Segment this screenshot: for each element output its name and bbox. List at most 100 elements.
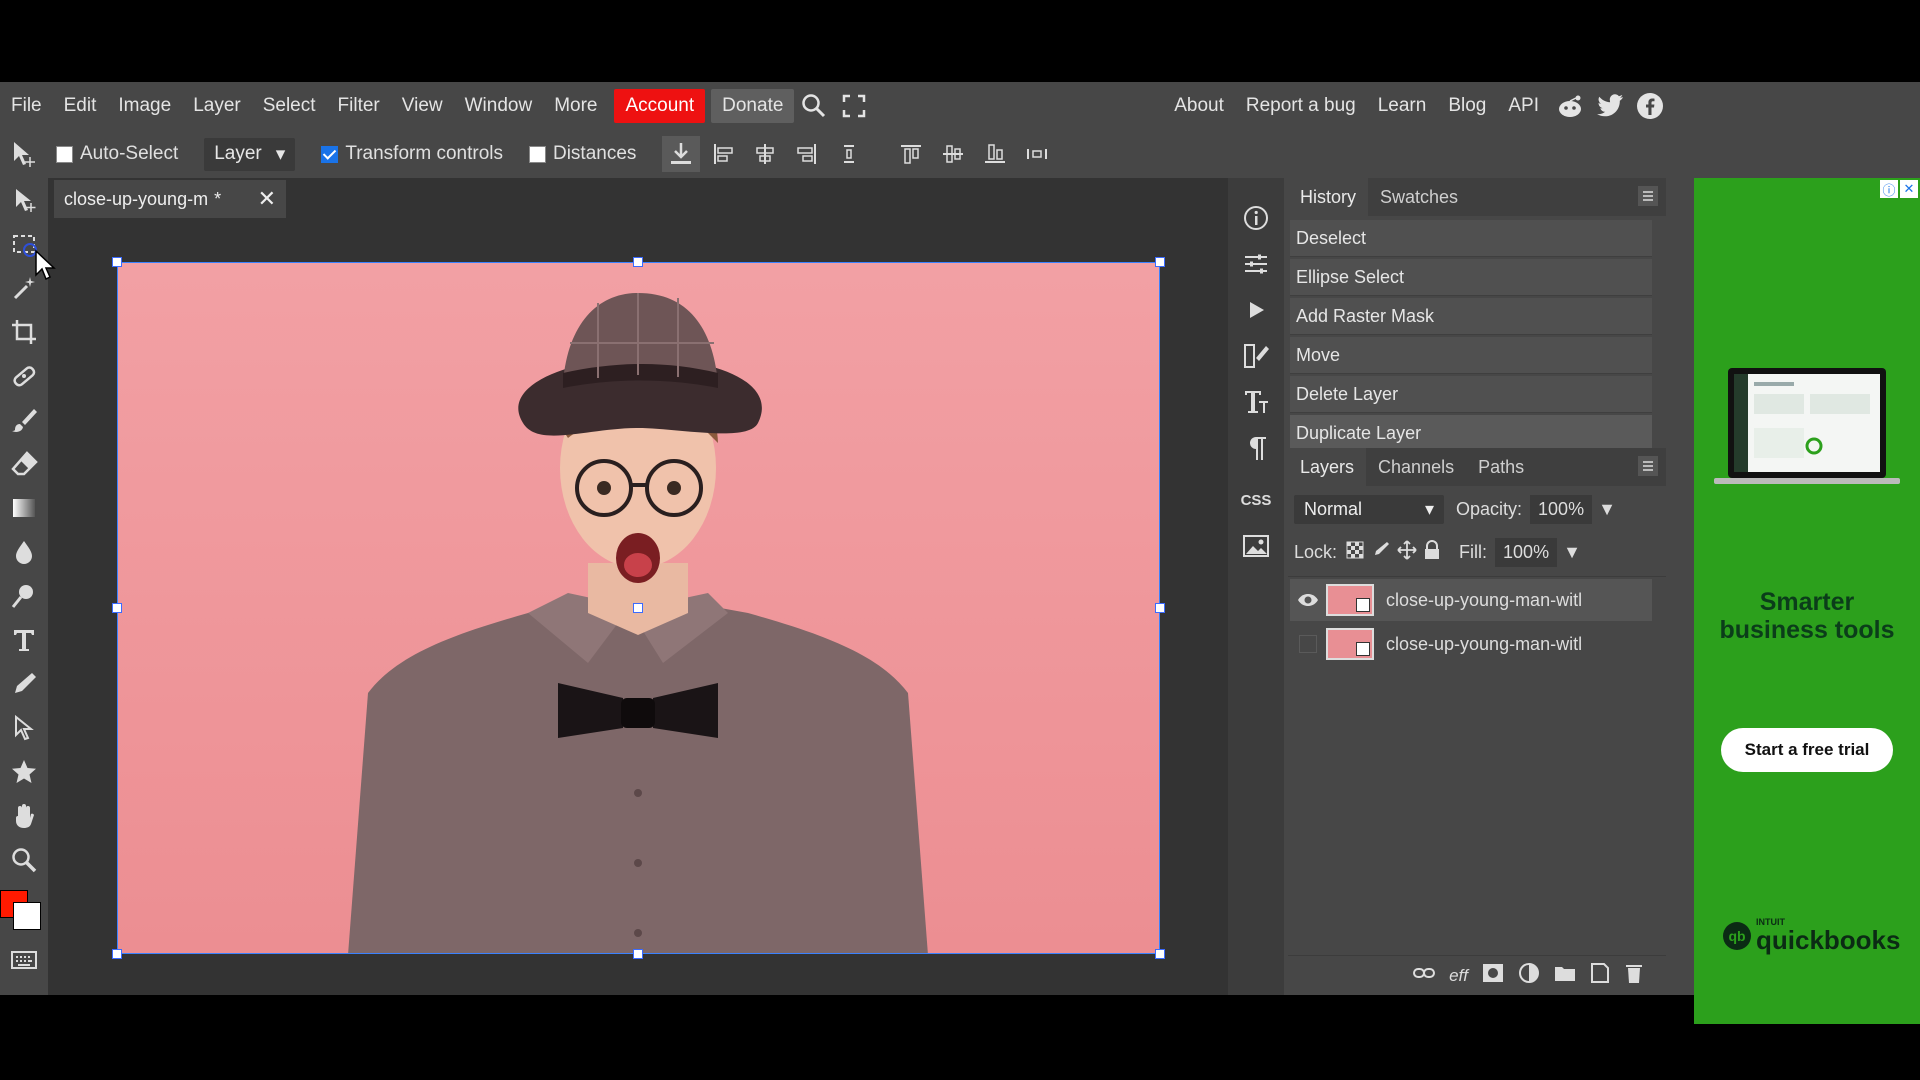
transform-handle-bl[interactable] [112, 949, 122, 959]
fullscreen-icon[interactable] [834, 88, 874, 124]
transform-handle-r[interactable] [1155, 603, 1165, 613]
brush-settings-icon[interactable] [1228, 334, 1284, 378]
panel-menu-icon[interactable] [1638, 456, 1658, 476]
search-icon[interactable] [794, 88, 834, 124]
align-top-icon[interactable] [892, 136, 930, 172]
healing-tool-button[interactable] [0, 354, 48, 398]
history-item[interactable]: Ellipse Select [1290, 259, 1652, 296]
transform-handle-br[interactable] [1155, 949, 1165, 959]
twitter-icon[interactable] [1590, 86, 1630, 126]
crop-tool-button[interactable] [0, 310, 48, 354]
transform-controls-checkbox[interactable]: Transform controls [321, 143, 503, 165]
keyboard-button[interactable] [0, 938, 48, 982]
align-center-h-icon[interactable] [746, 136, 784, 172]
transform-handle-b[interactable] [633, 949, 643, 959]
history-item[interactable]: Move [1290, 337, 1652, 374]
paragraph-icon[interactable] [1228, 426, 1284, 470]
transform-controls-box[interactable] [321, 145, 339, 163]
blend-mode-dropdown[interactable]: Normal ▾ [1294, 494, 1444, 524]
move-tool-button[interactable] [0, 178, 48, 222]
distances-box[interactable] [528, 145, 546, 163]
info-icon[interactable] [1228, 196, 1284, 240]
menu-filter[interactable]: Filter [327, 89, 391, 123]
transform-handle-t[interactable] [633, 257, 643, 267]
menu-image[interactable]: Image [107, 89, 182, 123]
actions-play-icon[interactable] [1228, 288, 1284, 332]
menu-file[interactable]: File [0, 89, 53, 123]
about-link[interactable]: About [1163, 89, 1235, 123]
fill-dropdown-icon[interactable]: ▼ [1563, 542, 1581, 563]
tab-swatches[interactable]: Swatches [1368, 178, 1470, 216]
report-bug-link[interactable]: Report a bug [1235, 89, 1367, 123]
fill-input[interactable]: 100% [1495, 537, 1558, 567]
folder-icon[interactable] [1554, 964, 1576, 987]
transform-handle-center[interactable] [633, 603, 643, 613]
align-right-icon[interactable] [788, 136, 826, 172]
lock-position-icon[interactable] [1397, 539, 1417, 565]
visibility-toggle[interactable] [1290, 635, 1326, 653]
opacity-input[interactable]: 100% [1530, 494, 1593, 524]
transform-handle-tr[interactable] [1155, 257, 1165, 267]
tab-layers[interactable]: Layers [1288, 448, 1367, 486]
path-select-tool-button[interactable] [0, 706, 48, 750]
tab-paths[interactable]: Paths [1466, 448, 1536, 486]
menu-view[interactable]: View [391, 89, 454, 123]
ad-close-icon[interactable]: ✕ [1900, 180, 1918, 198]
api-link[interactable]: API [1497, 89, 1550, 123]
layer-row[interactable]: close-up-young-man-witl [1290, 623, 1652, 665]
distribute-v-icon[interactable] [1018, 136, 1056, 172]
history-item-current[interactable]: Duplicate Layer [1290, 415, 1652, 452]
shape-tool-button[interactable] [0, 750, 48, 794]
history-item[interactable]: Delete Layer [1290, 376, 1652, 413]
lock-pixels-icon[interactable] [1371, 540, 1391, 565]
tab-history[interactable]: History [1288, 178, 1369, 216]
dodge-tool-button[interactable] [0, 574, 48, 618]
eraser-tool-button[interactable] [0, 442, 48, 486]
advertisement[interactable]: ⓘ ✕ Smarter business tools Start a free … [1694, 178, 1920, 1024]
transform-handle-tl[interactable] [112, 257, 122, 267]
history-item[interactable]: Deselect [1290, 220, 1652, 257]
facebook-icon[interactable] [1630, 86, 1670, 126]
menu-layer[interactable]: Layer [182, 89, 252, 123]
blog-link[interactable]: Blog [1437, 89, 1497, 123]
hidden-eye-icon[interactable] [1299, 635, 1317, 653]
lock-all-icon[interactable] [1423, 539, 1441, 565]
align-left-icon[interactable] [704, 136, 742, 172]
type-tool-button[interactable] [0, 618, 48, 662]
transform-handle-l[interactable] [112, 603, 122, 613]
auto-select-checkbox[interactable]: Auto-Select [56, 143, 178, 165]
account-button[interactable]: Account [614, 89, 706, 123]
ad-cta-button[interactable]: Start a free trial [1721, 728, 1893, 772]
tab-channels[interactable]: Channels [1366, 448, 1466, 486]
eye-icon[interactable] [1290, 593, 1326, 607]
hand-tool-button[interactable] [0, 794, 48, 838]
ad-info-icon[interactable]: ⓘ [1880, 180, 1898, 198]
menu-window[interactable]: Window [454, 89, 544, 123]
background-color[interactable] [13, 902, 41, 930]
menu-more[interactable]: More [543, 89, 608, 123]
image-icon[interactable] [1228, 524, 1284, 568]
gradient-tool-button[interactable] [0, 486, 48, 530]
trash-icon[interactable] [1624, 962, 1644, 989]
learn-link[interactable]: Learn [1367, 89, 1438, 123]
document-tab[interactable]: close-up-young-m * ✕ [54, 180, 286, 218]
menu-edit[interactable]: Edit [53, 89, 108, 123]
adjustments-icon[interactable] [1228, 242, 1284, 286]
new-layer-icon[interactable] [1590, 962, 1610, 989]
zoom-tool-button[interactable] [0, 838, 48, 882]
reddit-icon[interactable] [1550, 86, 1590, 126]
adjustment-layer-icon[interactable] [1518, 962, 1540, 989]
align-middle-v-icon[interactable] [934, 136, 972, 172]
pen-tool-button[interactable] [0, 662, 48, 706]
color-swatches[interactable] [0, 882, 48, 938]
layer-row[interactable]: close-up-young-man-witl [1290, 579, 1652, 621]
character-icon[interactable] [1228, 380, 1284, 424]
donate-button[interactable]: Donate [711, 89, 795, 123]
align-bottom-icon[interactable] [976, 136, 1014, 172]
opacity-dropdown-icon[interactable]: ▼ [1598, 499, 1616, 520]
close-icon[interactable]: ✕ [258, 186, 276, 212]
css-panel-button[interactable]: CSS [1228, 478, 1284, 522]
panel-menu-icon[interactable] [1638, 186, 1658, 206]
lock-transparency-icon[interactable] [1345, 540, 1365, 565]
menu-select[interactable]: Select [252, 89, 327, 123]
